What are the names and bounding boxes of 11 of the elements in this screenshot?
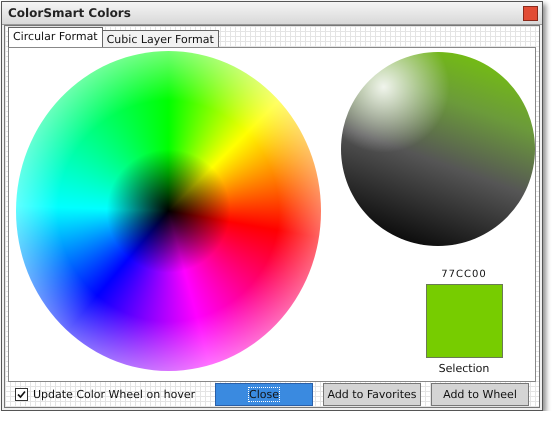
tab[interactable]: Cubic Layer Format xyxy=(102,30,219,47)
tab[interactable]: Circular Format xyxy=(8,27,103,47)
close-button[interactable] xyxy=(523,6,538,20)
selection-label: Selection xyxy=(438,362,490,375)
hex-value: 77CC00 xyxy=(441,269,487,280)
checkbox-label: Update Color Wheel on hover xyxy=(33,388,196,401)
dialog-button[interactable]: Add to Wheel xyxy=(431,383,529,406)
checkbox[interactable] xyxy=(15,388,28,401)
dialog-button[interactable]: Add to Favorites xyxy=(323,383,421,406)
window-title: ColorSmart Colors xyxy=(8,6,131,20)
dialog-button[interactable]: Close xyxy=(215,383,313,406)
